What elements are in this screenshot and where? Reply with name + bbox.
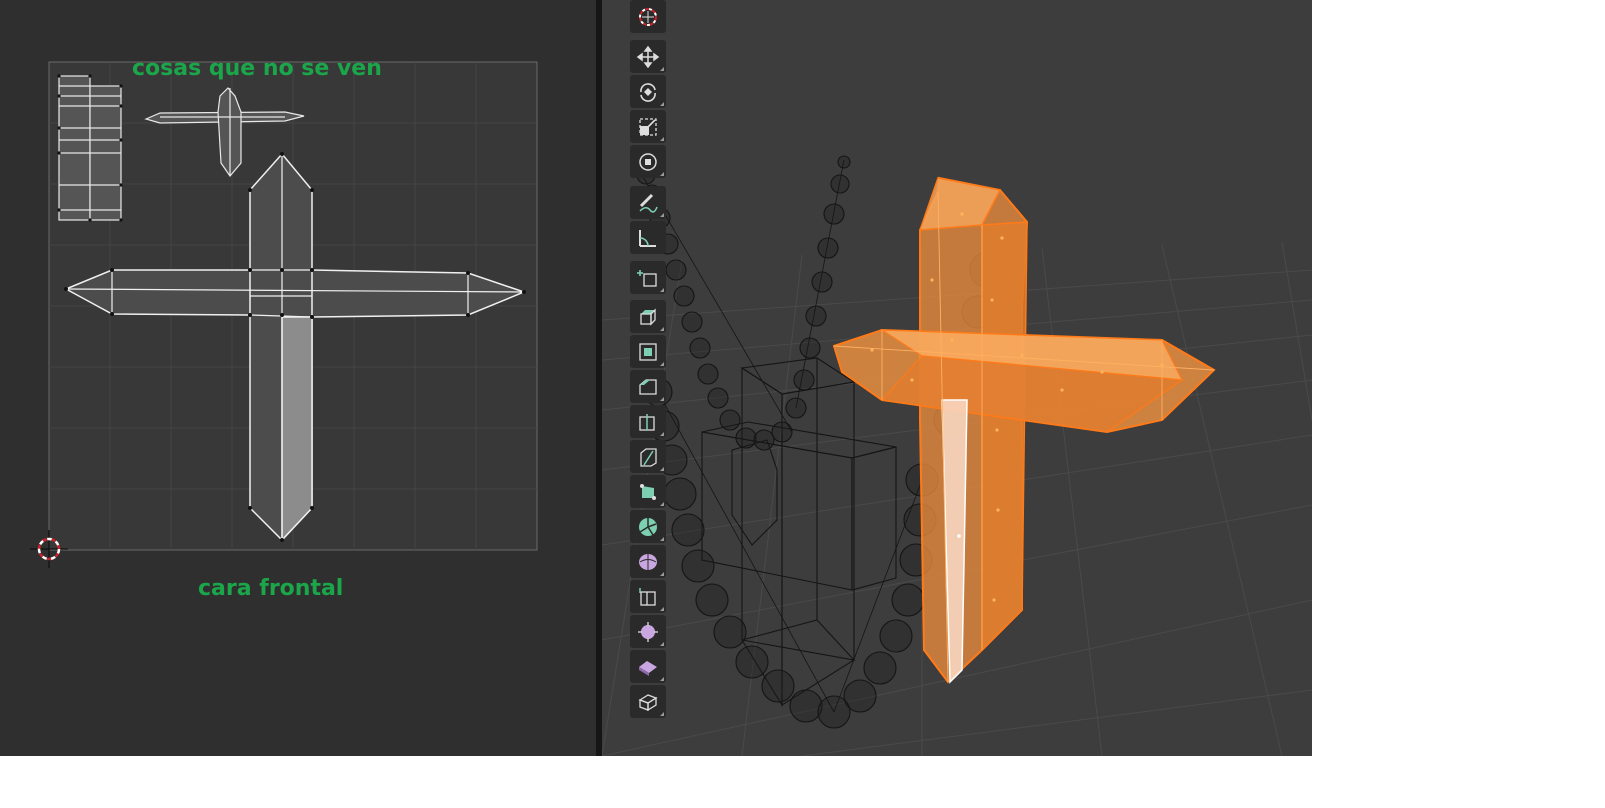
bevel-icon: [639, 378, 657, 395]
pencil-icon: [639, 193, 658, 213]
loop-cut-tool[interactable]: [630, 405, 666, 438]
spin-icon: [639, 517, 657, 536]
loop-cut-icon: [639, 413, 655, 431]
crosshair-circle-icon: [639, 7, 657, 26]
add-cube-icon: [637, 269, 657, 287]
knife-icon: [640, 447, 657, 467]
transform-icon: [639, 152, 657, 171]
rip-region-icon: [638, 693, 658, 711]
inset-faces-tool[interactable]: [630, 335, 666, 368]
edge-slide-tool[interactable]: [630, 580, 666, 613]
rotate-tool[interactable]: [630, 75, 666, 108]
extrude-icon: [640, 307, 656, 326]
shear-tool[interactable]: [630, 650, 666, 683]
move-arrows-icon: [636, 45, 660, 68]
scale-icon: [639, 117, 657, 136]
cursor-tool[interactable]: [630, 0, 666, 33]
transform-tool[interactable]: [630, 145, 666, 178]
inset-icon: [639, 342, 657, 361]
poly-build-tool[interactable]: [630, 475, 666, 508]
smooth-icon: [639, 553, 657, 570]
spin-tool[interactable]: [630, 510, 666, 543]
shear-icon: [639, 660, 657, 676]
edge-slide-icon: [639, 587, 656, 606]
uv-editor-panel[interactable]: cosas que no se ven cara frontal: [0, 0, 596, 756]
add-cube-tool[interactable]: [630, 261, 666, 294]
knife-tool[interactable]: [630, 440, 666, 473]
shrink-fatten-tool[interactable]: [630, 615, 666, 648]
scale-tool[interactable]: [630, 110, 666, 143]
uv-island-strips[interactable]: [58, 75, 122, 221]
measure-tool[interactable]: [630, 221, 666, 254]
annotation-hidden-parts: cosas que no se ven: [132, 56, 382, 81]
rotate-icon: [640, 82, 656, 102]
ruler-icon: [639, 229, 656, 247]
annotate-tool[interactable]: [630, 186, 666, 219]
viewport-scene[interactable]: [602, 0, 1312, 756]
shrink-fatten-icon: [638, 621, 658, 642]
poly-build-icon: [640, 483, 656, 500]
rip-region-tool[interactable]: [630, 685, 666, 718]
uv-canvas[interactable]: [0, 0, 596, 756]
extrude-tool[interactable]: [630, 300, 666, 333]
smooth-tool[interactable]: [630, 545, 666, 578]
move-tool[interactable]: [630, 40, 666, 73]
3d-viewport[interactable]: [602, 0, 1312, 756]
annotation-front-face: cara frontal: [198, 576, 344, 601]
selected-cross-object[interactable]: [832, 176, 1216, 684]
bevel-tool[interactable]: [630, 370, 666, 403]
